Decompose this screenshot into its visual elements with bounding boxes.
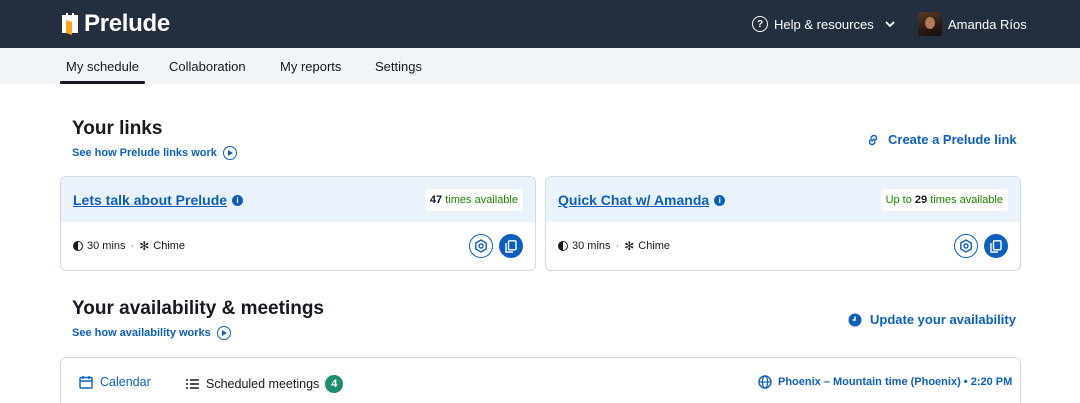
duration-icon xyxy=(558,241,568,251)
link-settings-button[interactable] xyxy=(469,234,493,258)
logo-text: Prelude xyxy=(84,10,170,37)
tab-my-reports[interactable]: My reports xyxy=(280,48,341,84)
link-settings-button[interactable] xyxy=(954,234,978,258)
help-resources-button[interactable]: ? Help & resources xyxy=(752,14,896,34)
info-icon[interactable]: i xyxy=(714,194,726,206)
availability-number: 47 xyxy=(429,194,443,206)
play-icon xyxy=(222,146,237,160)
clock-icon xyxy=(848,313,862,326)
gear-icon xyxy=(960,239,972,253)
link-card-meta: 30 mins · ✻ Chime xyxy=(558,239,670,253)
tab-scheduled-label: Scheduled meetings xyxy=(206,377,320,391)
prelude-logo-icon xyxy=(62,13,78,35)
availability-suffix: times available xyxy=(930,194,1003,206)
link-card: Quick Chat w/ Amanda i Up to 29 times av… xyxy=(545,176,1021,271)
copy-link-button[interactable] xyxy=(984,234,1008,258)
update-availability-button[interactable]: Update your availability xyxy=(848,312,1016,327)
duration-text: 30 mins xyxy=(572,240,611,252)
provider-text: Chime xyxy=(638,240,671,252)
tab-collaboration[interactable]: Collaboration xyxy=(169,48,246,84)
link-card-title[interactable]: Quick Chat w/ Amanda i xyxy=(558,192,726,208)
copy-icon xyxy=(505,239,517,253)
chime-icon: ✻ xyxy=(624,239,635,253)
link-card: Lets talk about Prelude i 47 times avail… xyxy=(60,176,536,271)
create-link-label: Create a Prelude link xyxy=(888,132,1017,147)
calendar-icon xyxy=(79,376,93,389)
learn-availability-label: See how availability works xyxy=(72,327,211,339)
help-label: Help & resources xyxy=(774,16,874,32)
duration-icon xyxy=(73,241,83,251)
link-card-header: Quick Chat w/ Amanda i Up to 29 times av… xyxy=(546,177,1020,222)
info-icon[interactable]: i xyxy=(232,194,244,206)
links-section-title: Your links xyxy=(72,118,163,139)
link-card-title-text: Lets talk about Prelude xyxy=(73,192,228,208)
link-card-header: Lets talk about Prelude i 47 times avail… xyxy=(61,177,535,222)
copy-link-button[interactable] xyxy=(499,234,523,258)
chime-icon: ✻ xyxy=(139,239,150,253)
availability-suffix: times available xyxy=(445,194,518,206)
list-icon xyxy=(186,379,199,389)
tab-calendar-label: Calendar xyxy=(100,375,151,389)
availability-prefix: Up to xyxy=(885,194,912,206)
meta-separator: · xyxy=(615,240,620,252)
link-card-title[interactable]: Lets talk about Prelude i xyxy=(73,192,244,208)
learn-availability-link[interactable]: See how availability works xyxy=(72,326,231,340)
learn-links-link[interactable]: See how Prelude links work xyxy=(72,146,237,160)
tab-settings[interactable]: Settings xyxy=(375,48,422,84)
availability-count: 47 times available xyxy=(424,189,523,211)
meetings-count-badge: 4 xyxy=(325,375,344,393)
user-menu[interactable]: Amanda Ríos xyxy=(918,12,1027,36)
link-icon xyxy=(868,134,878,145)
tab-my-schedule[interactable]: My schedule xyxy=(60,48,145,84)
copy-icon xyxy=(990,239,1002,253)
avatar xyxy=(918,12,942,36)
create-link-button[interactable]: Create a Prelude link xyxy=(866,132,1017,147)
link-card-meta: 30 mins · ✻ Chime xyxy=(73,239,185,253)
update-availability-label: Update your availability xyxy=(870,312,1016,327)
duration-text: 30 mins xyxy=(87,240,126,252)
timezone-label: Phoenix – Mountain time (Phoenix) • 2:20… xyxy=(778,376,1013,388)
chevron-down-icon xyxy=(885,21,895,28)
tab-scheduled-meetings[interactable]: Scheduled meetings 4 xyxy=(186,375,344,393)
availability-panel: Calendar Scheduled meetings 4 Phoenix – … xyxy=(60,357,1021,403)
meta-separator: · xyxy=(130,240,135,252)
timezone-selector[interactable]: Phoenix – Mountain time (Phoenix) • 2:20… xyxy=(758,375,1012,389)
user-name: Amanda Ríos xyxy=(948,16,1027,32)
tab-calendar[interactable]: Calendar xyxy=(79,375,151,389)
play-icon xyxy=(216,326,231,340)
availability-section-title: Your availability & meetings xyxy=(72,298,325,319)
logo[interactable]: Prelude xyxy=(60,10,170,38)
link-card-title-text: Quick Chat w/ Amanda xyxy=(558,192,710,208)
gear-icon xyxy=(475,239,487,253)
main-nav: My schedule Collaboration My reports Set… xyxy=(0,48,1080,84)
provider-text: Chime xyxy=(153,240,186,252)
availability-number: 29 xyxy=(914,194,928,206)
learn-links-label: See how Prelude links work xyxy=(72,147,217,159)
help-icon: ? xyxy=(752,16,768,32)
top-bar: Prelude ? Help & resources Amanda Ríos xyxy=(0,0,1080,48)
globe-icon xyxy=(758,375,772,389)
availability-count: Up to 29 times available xyxy=(880,189,1008,211)
